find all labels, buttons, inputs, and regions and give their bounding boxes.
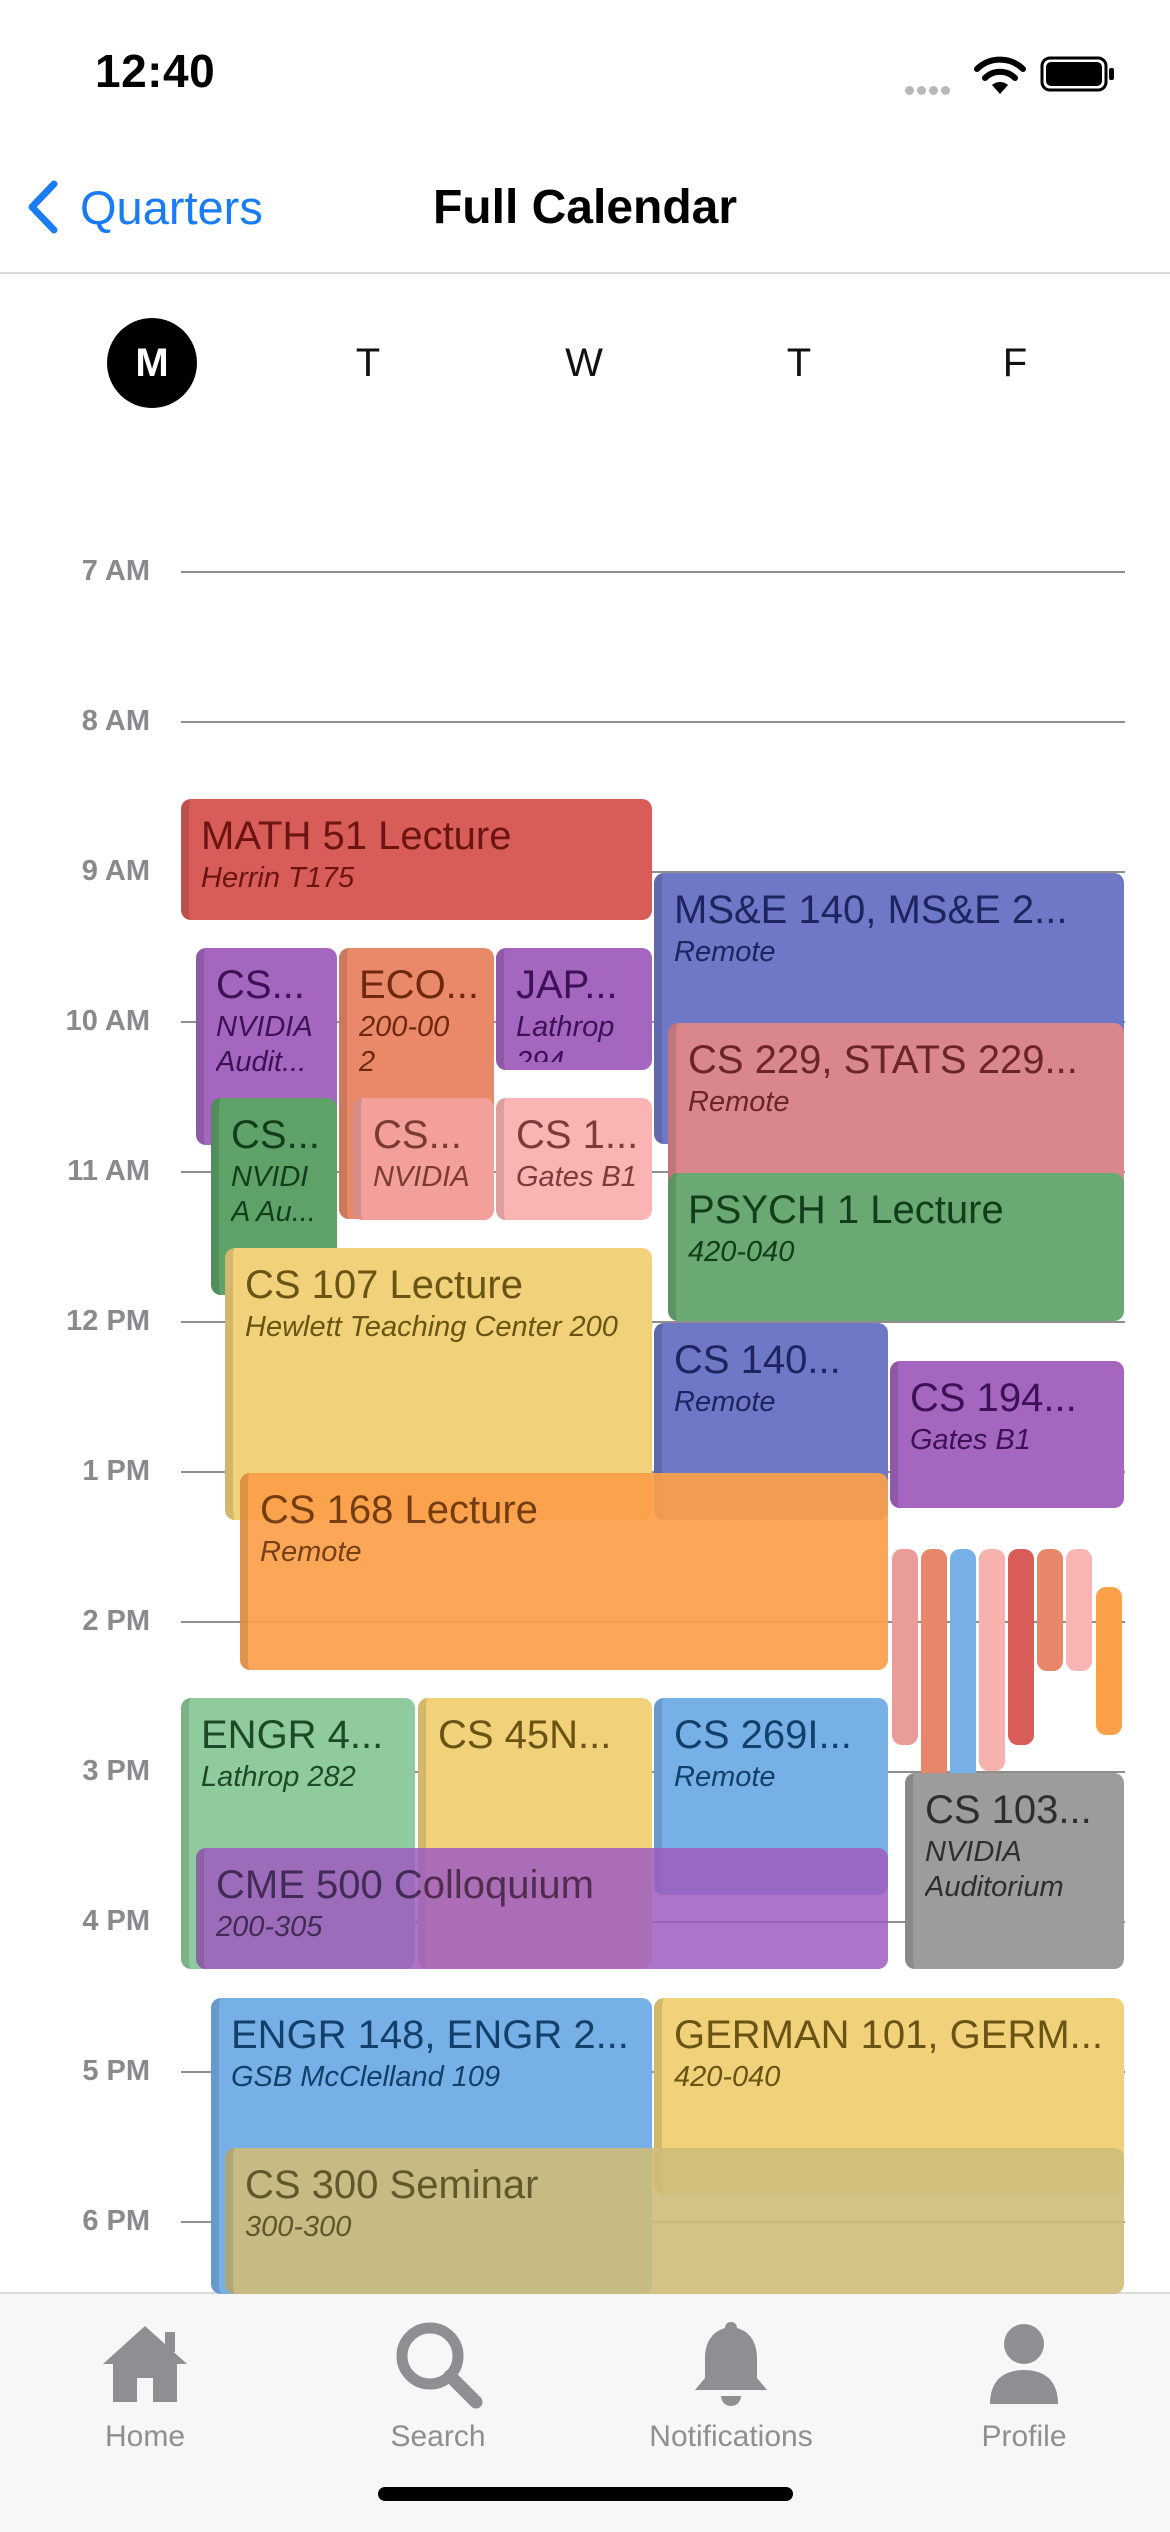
event-title: MS&E 140, MS&E 2... [674,888,1068,932]
wifi-icon [974,56,1026,94]
battery-icon [1040,56,1114,92]
event-location: 300-300 [245,2211,352,2243]
day-tuesday[interactable]: T [323,318,413,408]
event-title: ENGR 4... [201,1713,384,1757]
event-title: CS 168 Lecture [260,1488,538,1532]
event-bar[interactable] [1008,1549,1034,1745]
event-block[interactable]: CME 500 Colloquium 200-305 [196,1848,888,1969]
hour-label: 2 PM [82,1605,150,1637]
event-block[interactable]: JAP...Lathrop 294 [496,948,652,1070]
bell-icon [695,2322,767,2406]
event-title: CS 103... [925,1788,1092,1832]
hour-label: 11 AM [67,1155,150,1187]
event-title: GERMAN 101, GERM... [674,2013,1103,2057]
home-indicator [378,2487,793,2501]
event-location: NVIDIA Audit... [216,1011,312,1079]
tab-search-label: Search [390,2420,486,2453]
hour-label: 6 PM [82,2205,150,2237]
hour-label: 4 PM [82,1905,150,1937]
event-block[interactable]: CS 1... Gates B1 [496,1098,652,1220]
hour-label: 1 PM [82,1455,150,1487]
nav-divider [0,272,1170,274]
tab-home[interactable]: Home [45,2314,245,2454]
event-title: PSYCH 1 Lecture [688,1188,1004,1232]
day-monday[interactable]: M [107,318,197,408]
event-location: 200-00 2 [359,1011,450,1079]
event-title: CS 140... [674,1338,841,1382]
person-icon [990,2324,1058,2404]
event-bar[interactable] [979,1549,1005,1771]
event-bar[interactable] [1066,1549,1092,1671]
hour-label: 12 PM [66,1305,150,1337]
tab-profile-label: Profile [981,2420,1067,2453]
page-title: Full Calendar [0,180,1170,235]
event-location: Remote [674,936,776,968]
tab-notifications[interactable]: Notifications [631,2314,831,2454]
event-location: 420-040 [688,1236,795,1268]
event-location: 200-305 [216,1911,323,1943]
event-location: Lathrop 282 [201,1761,356,1793]
event-title: CS 194... [910,1376,1077,1420]
tab-profile[interactable]: Profile [924,2314,1124,2454]
event-title: CS 45N... [438,1713,612,1757]
hour-label: 3 PM [82,1755,150,1787]
event-title: CS 107 Lecture [245,1263,523,1307]
event-title: CME 500 Colloquium [216,1863,594,1907]
hour-label: 5 PM [82,2055,150,2087]
event-location: Herrin T175 [201,862,355,894]
event-title: CS... [216,963,305,1007]
event-location: Gates B1 [516,1161,637,1193]
hour-line [181,571,1125,573]
cellular-signal-icon [905,82,959,95]
day-wednesday[interactable]: W [539,318,629,408]
event-location: Lathrop 294 [516,1011,615,1062]
event-block[interactable]: CS 103... NVIDIA Auditorium [905,1773,1124,1969]
event-block[interactable]: PSYCH 1 Lecture 420-040 [668,1173,1124,1321]
event-title: CS 1... [516,1113,639,1157]
tab-search[interactable]: Search [338,2314,538,2454]
event-block[interactable]: CS 229, STATS 229... Remote [668,1023,1124,1194]
page-title-text: Full Calendar [432,181,738,234]
magnifying-glass-icon [396,2322,483,2409]
event-title: MATH 51 Lecture [201,814,512,858]
event-location: NVIDIA Auditorium [925,1836,1064,1904]
event-block[interactable]: MATH 51 Lecture Herrin T175 [181,799,652,920]
event-title: CS 269I... [674,1713,852,1757]
hour-label: 10 AM [65,1005,150,1037]
tab-notifications-label: Notifications [649,2420,813,2453]
event-block[interactable]: CS 300 Seminar 300-300 [225,2148,1124,2294]
event-block[interactable]: CS... NVIDIA Audit... [353,1098,494,1220]
event-block[interactable]: CS 168 Lecture Remote [240,1473,888,1670]
event-title: CS 300 Seminar [245,2163,539,2207]
day-friday[interactable]: F [970,318,1060,408]
event-title: CS 229, STATS 229... [688,1038,1078,1082]
event-title: CS... [231,1113,320,1157]
hour-label: 7 AM [81,555,150,587]
day-thursday[interactable]: T [754,318,844,408]
event-block[interactable]: CS 194... Gates B1 [890,1361,1124,1508]
tab-home-label: Home [104,2420,186,2453]
event-location: Gates B1 [910,1424,1031,1456]
event-bar[interactable] [892,1549,918,1745]
event-location: 420-040 [674,2061,781,2093]
event-location: GSB McClelland 109 [231,2061,501,2093]
event-title: ECO... [359,963,480,1007]
event-title: JAP... [516,963,618,1007]
event-location: Remote [674,1761,776,1793]
event-location: Remote [674,1386,776,1418]
hour-label: 8 AM [81,705,150,737]
event-location: NVIDIA Audit... [373,1161,469,1193]
event-location: NVIDI A Au... [231,1161,316,1229]
event-location: Remote [260,1536,362,1568]
event-title: CS... [373,1113,462,1157]
event-bar[interactable] [1037,1549,1063,1671]
event-bar[interactable] [1096,1587,1122,1735]
hour-label: 9 AM [81,855,150,887]
status-time: 12:40 [95,45,216,97]
event-location: Remote [688,1086,790,1118]
hour-line [181,721,1125,723]
event-location: Hewlett Teaching Center 200 [245,1311,618,1343]
house-icon [103,2326,187,2402]
event-title: ENGR 148, ENGR 2... [231,2013,629,2057]
